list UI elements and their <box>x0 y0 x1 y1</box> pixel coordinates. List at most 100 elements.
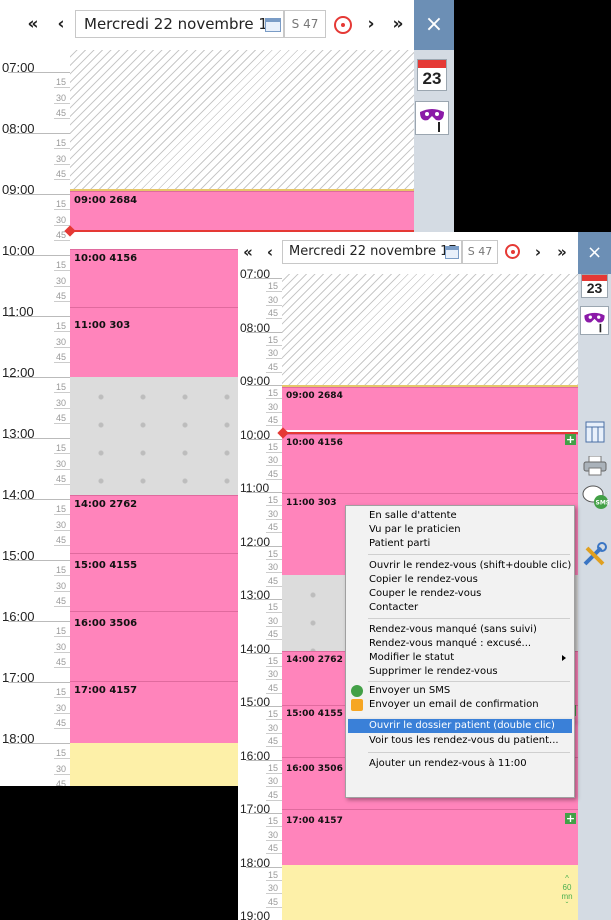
menu-item-change-status[interactable]: Modifier le statut <box>348 651 572 665</box>
menu-item-delete-appointment[interactable]: Supprimer le rendez-vous <box>348 665 572 679</box>
week-number: S 47 <box>284 10 326 38</box>
hour-tick <box>8 560 70 561</box>
mask-icon[interactable] <box>415 101 449 135</box>
menu-item-all-patient-appointments[interactable]: Voir tous les rendez-vous du patient... <box>348 734 572 748</box>
next-day-button[interactable]: › <box>362 13 380 35</box>
free-slot[interactable] <box>282 865 578 920</box>
envelope-icon <box>351 699 363 711</box>
sms-icon[interactable]: SMS <box>581 484 610 510</box>
previous-day-button[interactable]: ‹ <box>52 13 70 35</box>
tools-icon[interactable] <box>581 542 609 568</box>
quarter-label: 30 <box>55 702 66 713</box>
quarter-tick <box>266 411 282 413</box>
appointment-block[interactable]: 09:00 2684 <box>282 387 578 430</box>
hour-tick <box>8 72 70 73</box>
menu-item-send-email[interactable]: Envoyer un email de confirmation <box>348 698 572 712</box>
menu-separator <box>368 618 570 619</box>
sidebar: 23 SMS <box>578 274 611 920</box>
quarter-tick <box>266 826 282 828</box>
menu-item-contact[interactable]: Contacter <box>348 601 572 615</box>
menu-item-open-patient-file[interactable]: Ouvrir le dossier patient (double clic) <box>348 719 572 733</box>
hour-tick <box>8 682 70 683</box>
quarter-tick <box>54 148 70 150</box>
printer-icon[interactable] <box>583 455 607 476</box>
menu-item-patient-left[interactable]: Patient parti <box>348 537 572 551</box>
first-page-button[interactable]: « <box>22 13 44 35</box>
date-picker-icon[interactable] <box>445 246 459 259</box>
today-target-icon[interactable] <box>505 244 520 259</box>
close-button[interactable]: × <box>414 0 454 50</box>
menu-item-missed-excused[interactable]: Rendez-vous manqué : excusé... <box>348 637 572 651</box>
quarter-label: 15 <box>55 321 66 332</box>
calendar-toolbar: « ‹ Mercredi 22 novembre 17 S 47 › » <box>238 232 578 275</box>
add-icon[interactable]: + <box>565 434 576 445</box>
next-day-button[interactable]: › <box>531 241 545 263</box>
add-icon[interactable]: + <box>565 813 576 824</box>
quarter-tick <box>54 575 70 577</box>
quarter-label: 30 <box>55 275 66 286</box>
hour-tick <box>8 316 70 317</box>
quarter-label: 30 <box>267 508 278 519</box>
quarter-label: 45 <box>267 308 278 319</box>
appointment-label: 17:00 4157 <box>286 816 343 826</box>
quarter-label: 45 <box>267 682 278 693</box>
quarter-tick <box>266 786 282 788</box>
submenu-arrow-icon <box>562 655 566 661</box>
quarter-tick <box>54 331 70 333</box>
calendar-today-icon[interactable]: 23 <box>417 59 447 91</box>
last-page-button[interactable]: » <box>386 13 410 35</box>
hour-tick <box>8 194 70 195</box>
quarter-label: 45 <box>55 473 66 484</box>
quarter-tick <box>54 346 70 348</box>
quarter-tick <box>54 453 70 455</box>
menu-separator <box>368 554 570 555</box>
menu-item-open-appointment[interactable]: Ouvrir le rendez-vous (shift+double clic… <box>348 559 572 573</box>
menu-item-missed-no-followup[interactable]: Rendez-vous manqué (sans suivi) <box>348 623 572 637</box>
scroll-indicator[interactable]: ^ 60 mn ˇ <box>556 874 578 910</box>
close-button[interactable]: × <box>578 232 611 274</box>
appointment-block[interactable]: 09:00 2684 <box>70 191 414 230</box>
multi-calendar-icon[interactable] <box>585 420 605 444</box>
quarter-tick <box>266 732 282 734</box>
quarter-tick <box>54 529 70 531</box>
appointment-block[interactable]: 10:00 4156 <box>282 434 578 493</box>
last-page-button[interactable]: » <box>551 241 573 263</box>
menu-item-waiting-room[interactable]: En salle d'attente <box>348 509 572 523</box>
quarter-tick <box>266 371 282 373</box>
quarter-tick <box>54 300 70 302</box>
today-target-icon[interactable] <box>334 16 352 34</box>
menu-item-cut-appointment[interactable]: Couper le rendez-vous <box>348 587 572 601</box>
quarter-label: 30 <box>55 580 66 591</box>
quarter-tick <box>266 612 282 614</box>
quarter-tick <box>266 585 282 587</box>
menu-item-copy-appointment[interactable]: Copier le rendez-vous <box>348 573 572 587</box>
quarter-label: 45 <box>55 778 66 786</box>
hour-tick <box>246 278 282 279</box>
quarter-label: 45 <box>55 595 66 606</box>
mask-icon[interactable] <box>580 306 609 335</box>
quarter-tick <box>266 719 282 721</box>
menu-item-seen-by-practitioner[interactable]: Vu par le praticien <box>348 523 572 537</box>
quarter-label: 15 <box>55 199 66 210</box>
quarter-label: 45 <box>267 522 278 533</box>
date-field[interactable]: Mercredi 22 novembre 17 <box>75 10 284 38</box>
appointment-block[interactable]: 17:00 4157 <box>282 809 578 865</box>
quarter-label: 45 <box>55 534 66 545</box>
calendar-today-icon[interactable]: 23 <box>581 274 608 298</box>
menu-item-send-sms[interactable]: Envoyer un SMS <box>348 684 572 698</box>
quarter-label: 30 <box>267 615 278 626</box>
quarter-label: 15 <box>55 748 66 759</box>
hour-tick <box>246 866 282 868</box>
quarter-label: 15 <box>267 655 278 666</box>
quarter-label: 15 <box>55 77 66 88</box>
appointment-label: 14:00 2762 <box>74 499 138 510</box>
first-page-button[interactable]: « <box>238 241 258 263</box>
quarter-label: 30 <box>267 722 278 733</box>
date-picker-icon[interactable] <box>265 18 281 32</box>
quarter-label: 30 <box>267 829 278 840</box>
menu-item-add-appointment[interactable]: Ajouter un rendez-vous à 11:00 <box>348 757 572 771</box>
previous-day-button[interactable]: ‹ <box>263 241 277 263</box>
date-field[interactable]: Mercredi 22 novembre 17 <box>282 240 462 264</box>
quarter-label: 15 <box>267 281 278 292</box>
quarter-label: 30 <box>267 455 278 466</box>
